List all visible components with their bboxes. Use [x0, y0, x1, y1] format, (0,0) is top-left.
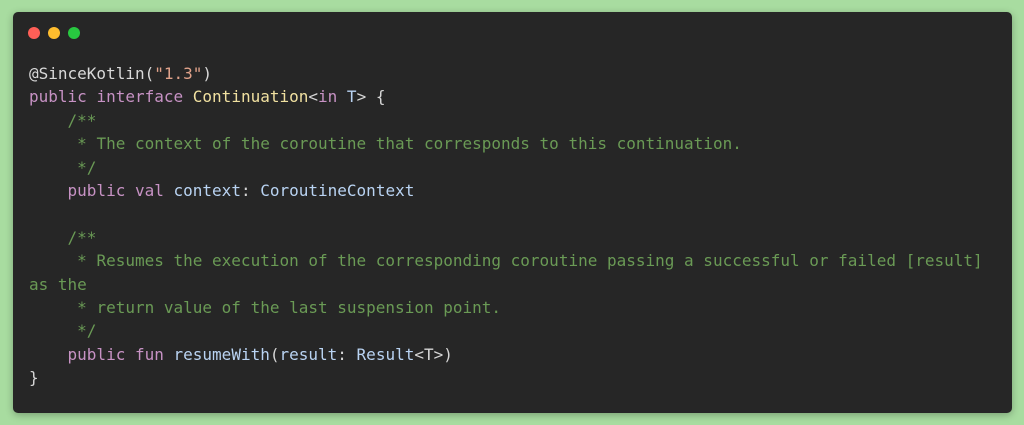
property-name: context — [173, 181, 241, 201]
code-block: @SinceKotlin("1.3") public interface Cont… — [29, 62, 989, 390]
generic-open: < — [308, 87, 319, 107]
maximize-dot-icon[interactable] — [68, 27, 80, 39]
keyword-val: val — [134, 181, 164, 201]
keyword-interface: interface — [96, 87, 184, 107]
code-line-12: public fun resumeWith(result: Result<T>) — [29, 343, 989, 366]
parameter-name: result — [279, 344, 338, 364]
comment-start: /** — [29, 227, 97, 247]
open-brace: { — [366, 87, 386, 107]
minimize-dot-icon[interactable] — [48, 27, 60, 39]
comment-context: * The context of the coroutine that corr… — [29, 134, 742, 154]
keyword-public: public — [67, 344, 126, 364]
comment-resumes: * Resumes the execution of the correspon… — [29, 251, 993, 294]
function-name: resumeWith — [173, 344, 270, 364]
colon: : — [337, 344, 357, 364]
parameter-generic: <T> — [414, 344, 444, 364]
keyword-in: in — [318, 87, 338, 107]
annotation-text: @SinceKotlin( — [29, 64, 155, 83]
comment-start: /** — [29, 110, 97, 130]
keyword-public: public — [29, 87, 87, 107]
version-string: "1.3" — [154, 64, 203, 83]
keyword-public: public — [67, 181, 126, 201]
parameter-type: Result — [356, 344, 415, 364]
code-line-1: @SinceKotlin("1.3") — [29, 62, 989, 85]
keyword-fun: fun — [134, 344, 164, 364]
interface-name: Continuation — [192, 87, 309, 107]
comment-return-value: * return value of the last suspension po… — [29, 298, 502, 318]
colon: : — [240, 181, 261, 201]
close-brace: } — [29, 368, 39, 388]
code-line-6: public val context: CoroutineContext — [29, 179, 989, 202]
property-type: CoroutineContext — [260, 181, 415, 201]
code-line-2: public interface Continuation<in T> { — [29, 85, 989, 108]
close-dot-icon[interactable] — [28, 27, 40, 39]
code-window: @SinceKotlin("1.3") public interface Cont… — [13, 12, 1012, 413]
generic-close: > — [356, 87, 367, 107]
type-param: T — [346, 87, 357, 107]
paren-close: ) — [443, 344, 453, 364]
comment-end: */ — [29, 321, 97, 341]
annotation-close: ) — [202, 64, 213, 83]
comment-end: */ — [29, 157, 97, 177]
